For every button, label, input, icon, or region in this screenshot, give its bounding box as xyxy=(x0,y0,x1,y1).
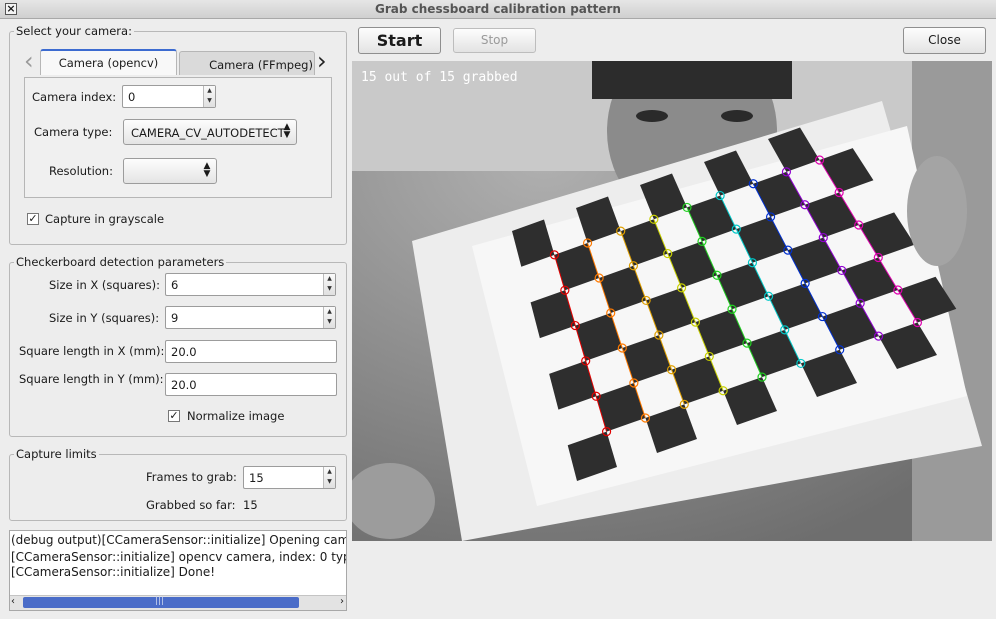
tab-scroll-right-icon[interactable]: › xyxy=(317,49,331,75)
resolution-select[interactable]: ▲ ▼ xyxy=(123,158,217,184)
grabbed-so-far-value: 15 xyxy=(243,498,258,512)
log-horizontal-scrollbar[interactable]: ‹ ||| › xyxy=(10,595,346,610)
tab-camera-ffmpeg[interactable]: Camera (FFmpeg) xyxy=(179,51,315,75)
capture-limits-title: Capture limits xyxy=(14,447,99,461)
scroll-left-icon[interactable]: ‹ xyxy=(11,596,15,607)
square-x-value: 20.0 xyxy=(171,345,197,359)
camera-preview: 15 out of 15 grabbed xyxy=(352,61,992,541)
square-y-value: 20.0 xyxy=(171,378,197,392)
log-line: (debug output)[CCameraSensor::initialize… xyxy=(11,533,347,547)
close-button-label: Close xyxy=(928,33,961,47)
normalize-checkbox[interactable]: ✓ xyxy=(168,410,180,422)
normalize-label: Normalize image xyxy=(187,409,285,423)
camera-type-label: Camera type: xyxy=(34,125,113,139)
camera-type-value: CAMERA_CV_AUTODETECT xyxy=(131,126,285,140)
square-x-label: Square length in X (mm): xyxy=(19,344,165,358)
grab-status-overlay: 15 out of 15 grabbed xyxy=(361,70,518,85)
start-button-label: Start xyxy=(376,31,423,50)
stop-button[interactable]: Stop xyxy=(453,28,536,53)
tab-camera-opencv-label: Camera (opencv) xyxy=(58,56,159,70)
camera-index-label: Camera index: xyxy=(32,90,117,104)
tab-camera-ffmpeg-label: Camera (FFmpeg) xyxy=(209,58,313,72)
grayscale-checkbox[interactable]: ✓ xyxy=(27,213,39,225)
size-x-value: 6 xyxy=(171,278,179,292)
window-title: Grab chessboard calibration pattern xyxy=(375,2,621,16)
debug-log[interactable]: (debug output)[CCameraSensor::initialize… xyxy=(9,530,347,611)
start-button[interactable]: Start xyxy=(358,27,441,54)
camera-type-select[interactable]: CAMERA_CV_AUTODETECT ▲ ▼ xyxy=(123,119,297,145)
tab-camera-opencv[interactable]: Camera (opencv) xyxy=(40,49,177,75)
camera-index-stepper-icon[interactable]: ▲ ▼ xyxy=(203,86,215,107)
frames-stepper-icon[interactable]: ▲ ▼ xyxy=(323,467,335,488)
scrollbar-grip-icon: ||| xyxy=(155,596,165,606)
stop-button-label: Stop xyxy=(480,33,509,47)
grayscale-label: Capture in grayscale xyxy=(45,212,165,226)
grabbed-so-far-label: Grabbed so far: xyxy=(146,498,236,512)
frames-to-grab-label: Frames to grab: xyxy=(146,470,237,484)
size-y-label: Size in Y (squares): xyxy=(49,311,160,325)
size-y-stepper-icon[interactable]: ▲ ▼ xyxy=(323,307,335,328)
camera-index-spinbox[interactable]: 0 ▲ ▼ xyxy=(122,85,216,108)
resolution-updown-icon: ▲ ▼ xyxy=(203,161,211,179)
camera-group-title: Select your camera: xyxy=(14,24,134,38)
size-y-spinbox[interactable]: 9 ▲ ▼ xyxy=(165,306,336,329)
camera-type-updown-icon: ▲ ▼ xyxy=(283,122,291,140)
square-x-input[interactable]: 20.0 xyxy=(165,340,337,363)
camera-index-value: 0 xyxy=(128,90,136,104)
frames-to-grab-value: 15 xyxy=(249,471,264,485)
square-y-label: Square length in Y (mm): xyxy=(19,372,164,386)
scroll-right-icon[interactable]: › xyxy=(340,596,344,607)
size-x-label: Size in X (squares): xyxy=(49,278,160,292)
log-line: [CCameraSensor::initialize] opencv camer… xyxy=(11,550,347,564)
log-line: [CCameraSensor::initialize] Done! xyxy=(11,565,216,579)
resolution-label: Resolution: xyxy=(49,164,113,178)
close-button[interactable]: Close xyxy=(903,27,986,54)
tab-scroll-left-icon[interactable]: ‹ xyxy=(24,49,38,75)
size-x-spinbox[interactable]: 6 ▲ ▼ xyxy=(165,273,336,296)
scrollbar-thumb[interactable]: ||| xyxy=(23,596,299,608)
camera-frame-image xyxy=(352,61,992,541)
size-y-value: 9 xyxy=(171,311,179,325)
frames-to-grab-spinbox[interactable]: 15 ▲ ▼ xyxy=(243,466,336,489)
detection-group-title: Checkerboard detection parameters xyxy=(14,255,227,269)
title-bar: × Grab chessboard calibration pattern xyxy=(0,0,996,19)
square-y-input[interactable]: 20.0 xyxy=(165,373,337,396)
size-x-stepper-icon[interactable]: ▲ ▼ xyxy=(323,274,335,295)
